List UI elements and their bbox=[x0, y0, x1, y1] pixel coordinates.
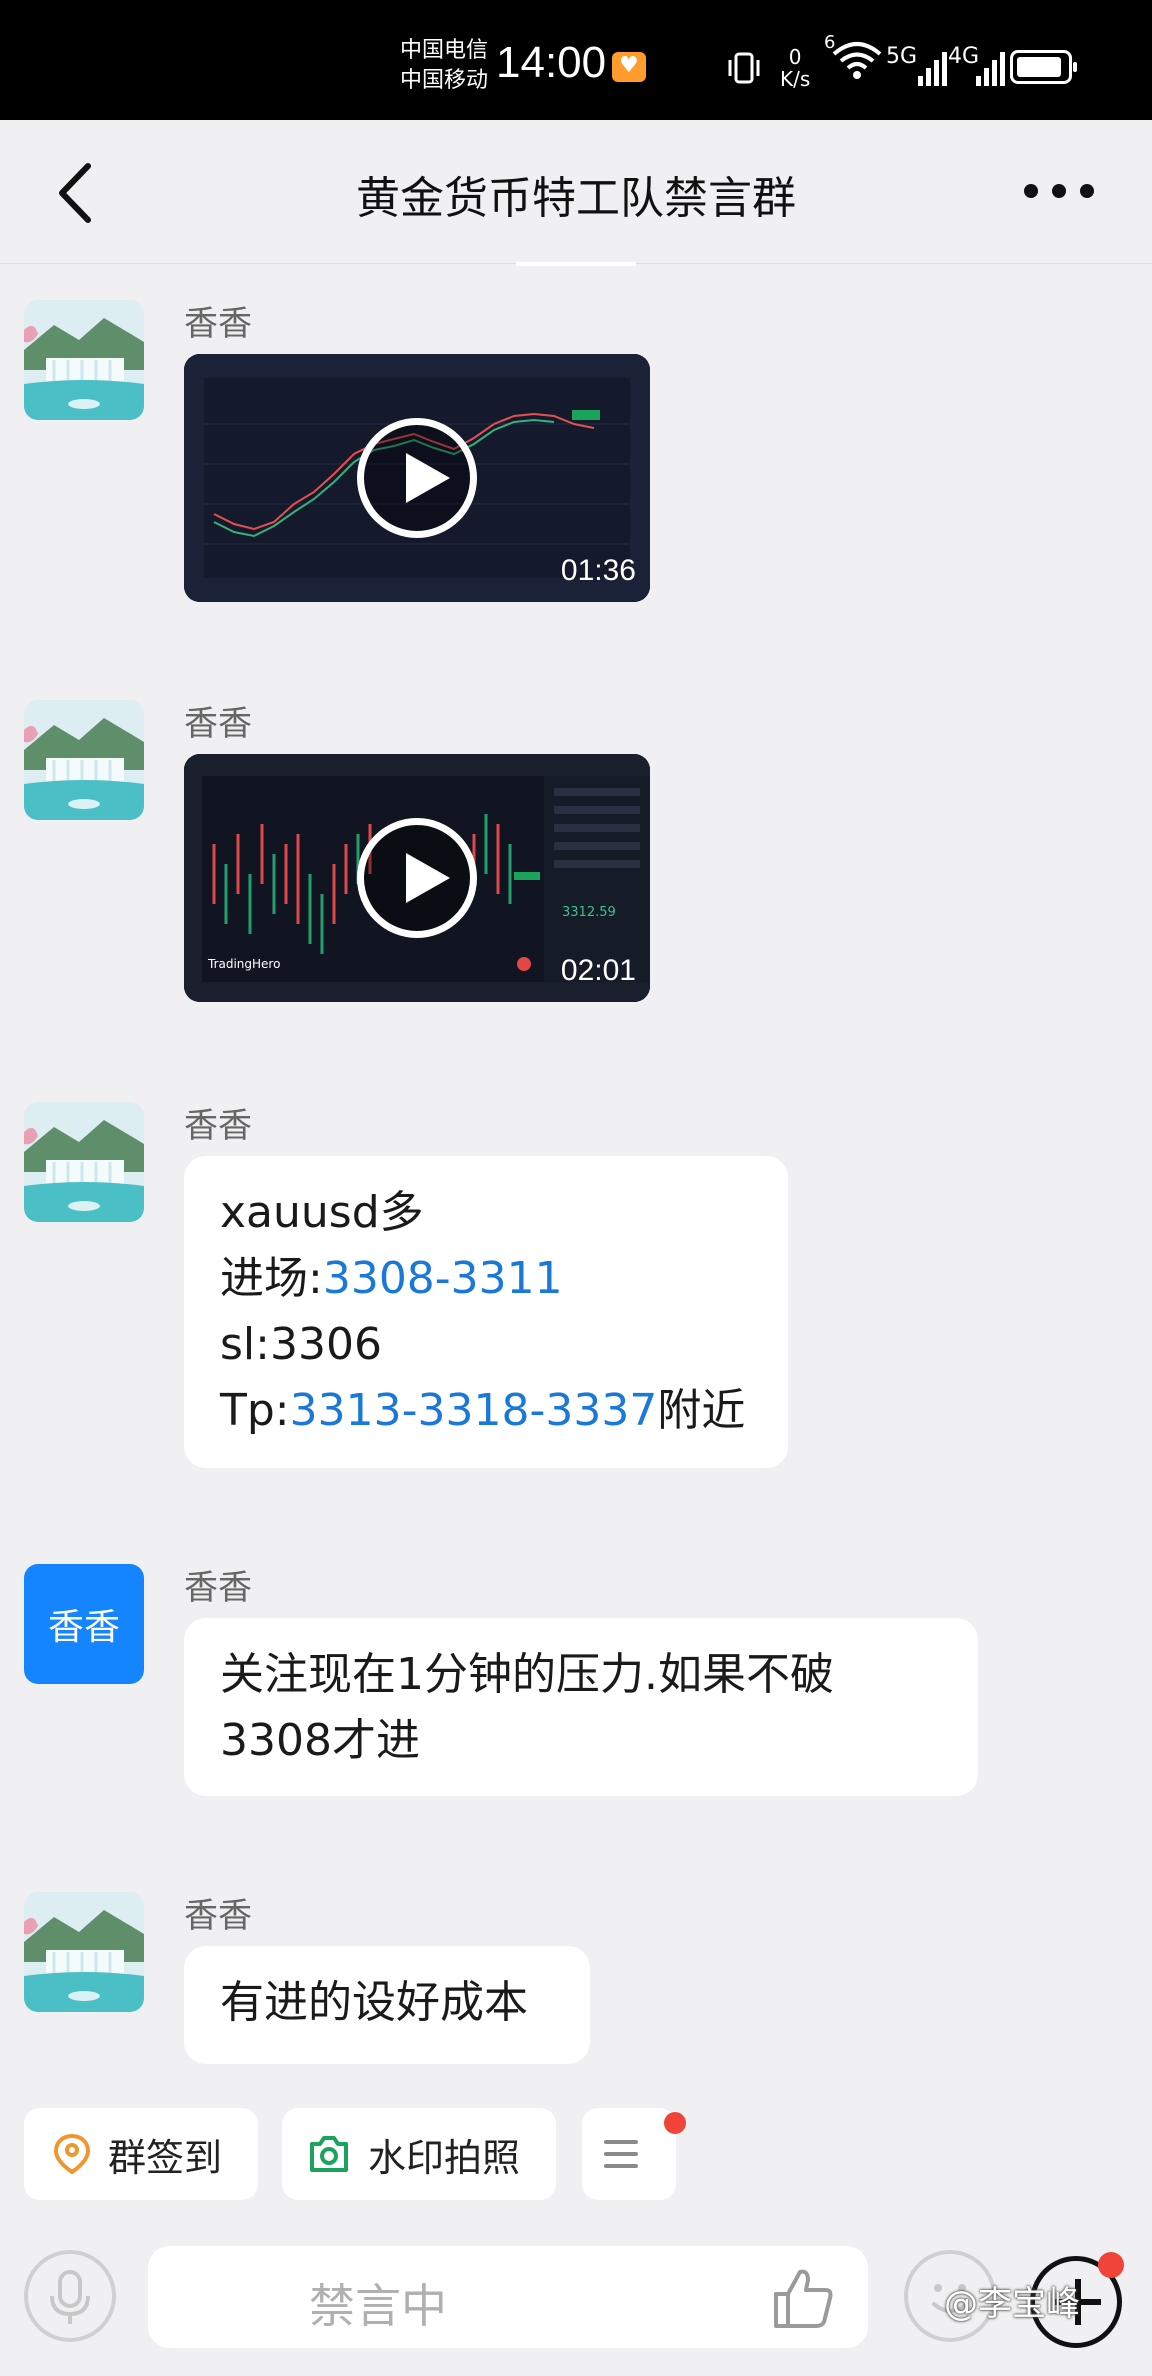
text-message[interactable]: 关注现在1分钟的压力.如果不破3308才进 bbox=[184, 1618, 978, 1796]
message-line: 进场:3308-3311 bbox=[220, 1246, 752, 1312]
signal-bars-2 bbox=[976, 48, 1006, 86]
checkin-label: 群签到 bbox=[108, 2135, 223, 2180]
entry-label: 进场: bbox=[220, 1253, 323, 1304]
sender-name: 香香 bbox=[184, 304, 252, 344]
scroll-indicator bbox=[516, 262, 636, 266]
watermark-photo-label: 水印拍照 bbox=[368, 2135, 521, 2180]
message-input-disabled: 禁言中 bbox=[148, 2246, 868, 2348]
net-speed-value: 0 bbox=[788, 45, 802, 69]
battery-icon bbox=[1010, 50, 1077, 84]
location-pin-icon bbox=[53, 2133, 91, 2175]
camera-icon bbox=[310, 2136, 348, 2172]
net-speed-unit: K/s bbox=[780, 67, 811, 91]
voice-input-button[interactable] bbox=[24, 2250, 116, 2342]
chart-price: 3312.59 bbox=[562, 905, 616, 920]
more-actions-button[interactable] bbox=[582, 2108, 676, 2200]
sender-avatar[interactable] bbox=[24, 1102, 144, 1222]
text-message[interactable]: xauusd多 进场:3308-3311 sl:3306 Tp:3313-331… bbox=[184, 1156, 788, 1468]
chat-title: 黄金货币特工队禁言群 bbox=[356, 173, 796, 224]
thumbs-up-icon[interactable] bbox=[770, 2266, 836, 2334]
carrier-2: 中国移动 bbox=[400, 68, 489, 93]
microphone-icon bbox=[50, 2270, 90, 2324]
chart-brand: TradingHero bbox=[207, 957, 280, 971]
more-options-icon[interactable] bbox=[1024, 176, 1094, 206]
text-message[interactable]: 有进的设好成本 bbox=[184, 1946, 590, 2064]
signal-bars-1 bbox=[918, 48, 948, 86]
watermark-text: @李宝峰 bbox=[944, 2284, 1080, 2324]
group-checkin-button[interactable]: 群签到 bbox=[24, 2108, 258, 2200]
wifi-badge: 6 bbox=[824, 32, 836, 53]
message-line: sl:3306 bbox=[220, 1319, 382, 1370]
tp-label: Tp: bbox=[220, 1385, 290, 1436]
status-time: 14:00 bbox=[496, 38, 607, 87]
message-line: xauusd多 bbox=[220, 1187, 424, 1238]
carrier-1: 中国电信 bbox=[400, 38, 489, 63]
sender-name: 香香 bbox=[184, 1896, 252, 1936]
sender-name: 香香 bbox=[184, 704, 252, 744]
sender-avatar[interactable] bbox=[24, 1892, 144, 2012]
notification-dot bbox=[664, 2112, 686, 2134]
sender-avatar[interactable]: 香香 bbox=[24, 1564, 144, 1684]
sender-name: 香香 bbox=[184, 1568, 252, 1608]
carrier-info: 中国电信 中国移动 bbox=[400, 36, 488, 96]
menu-icon bbox=[604, 2140, 638, 2168]
message-line: Tp:3313-3318-3337附近 bbox=[220, 1378, 752, 1444]
play-icon[interactable] bbox=[357, 818, 477, 938]
signal-label-1: 5G bbox=[886, 44, 918, 69]
signal-label-2: 4G bbox=[948, 44, 980, 69]
watermark-photo-button[interactable]: 水印拍照 bbox=[282, 2108, 556, 2200]
health-app-icon bbox=[612, 52, 646, 82]
sender-name: 香香 bbox=[184, 1106, 252, 1146]
tp-range-link[interactable]: 3313-3318-3337 bbox=[290, 1385, 658, 1436]
entry-range-link[interactable]: 3308-3311 bbox=[323, 1253, 563, 1304]
chat-header: 黄金货币特工队禁言群 bbox=[0, 120, 1152, 264]
play-icon[interactable] bbox=[357, 418, 477, 538]
video-duration: 02:01 bbox=[560, 954, 636, 987]
status-bar: 中国电信 中国移动 14:00 0 K/s 6 5G 4G bbox=[0, 0, 1152, 120]
notification-dot bbox=[1098, 2252, 1124, 2278]
net-speed: 0 K/s bbox=[780, 46, 810, 90]
wifi-icon: 6 bbox=[824, 32, 884, 91]
tp-suffix: 附近 bbox=[657, 1385, 746, 1436]
video-message[interactable]: 01:36 bbox=[184, 354, 650, 602]
video-duration: 01:36 bbox=[560, 554, 636, 587]
vibrate-icon bbox=[724, 48, 764, 97]
muted-label: 禁言中 bbox=[309, 2279, 447, 2333]
sender-avatar[interactable] bbox=[24, 700, 144, 820]
video-message[interactable]: 3312.59 TradingHero 02:01 bbox=[184, 754, 650, 1002]
sender-avatar[interactable] bbox=[24, 300, 144, 420]
